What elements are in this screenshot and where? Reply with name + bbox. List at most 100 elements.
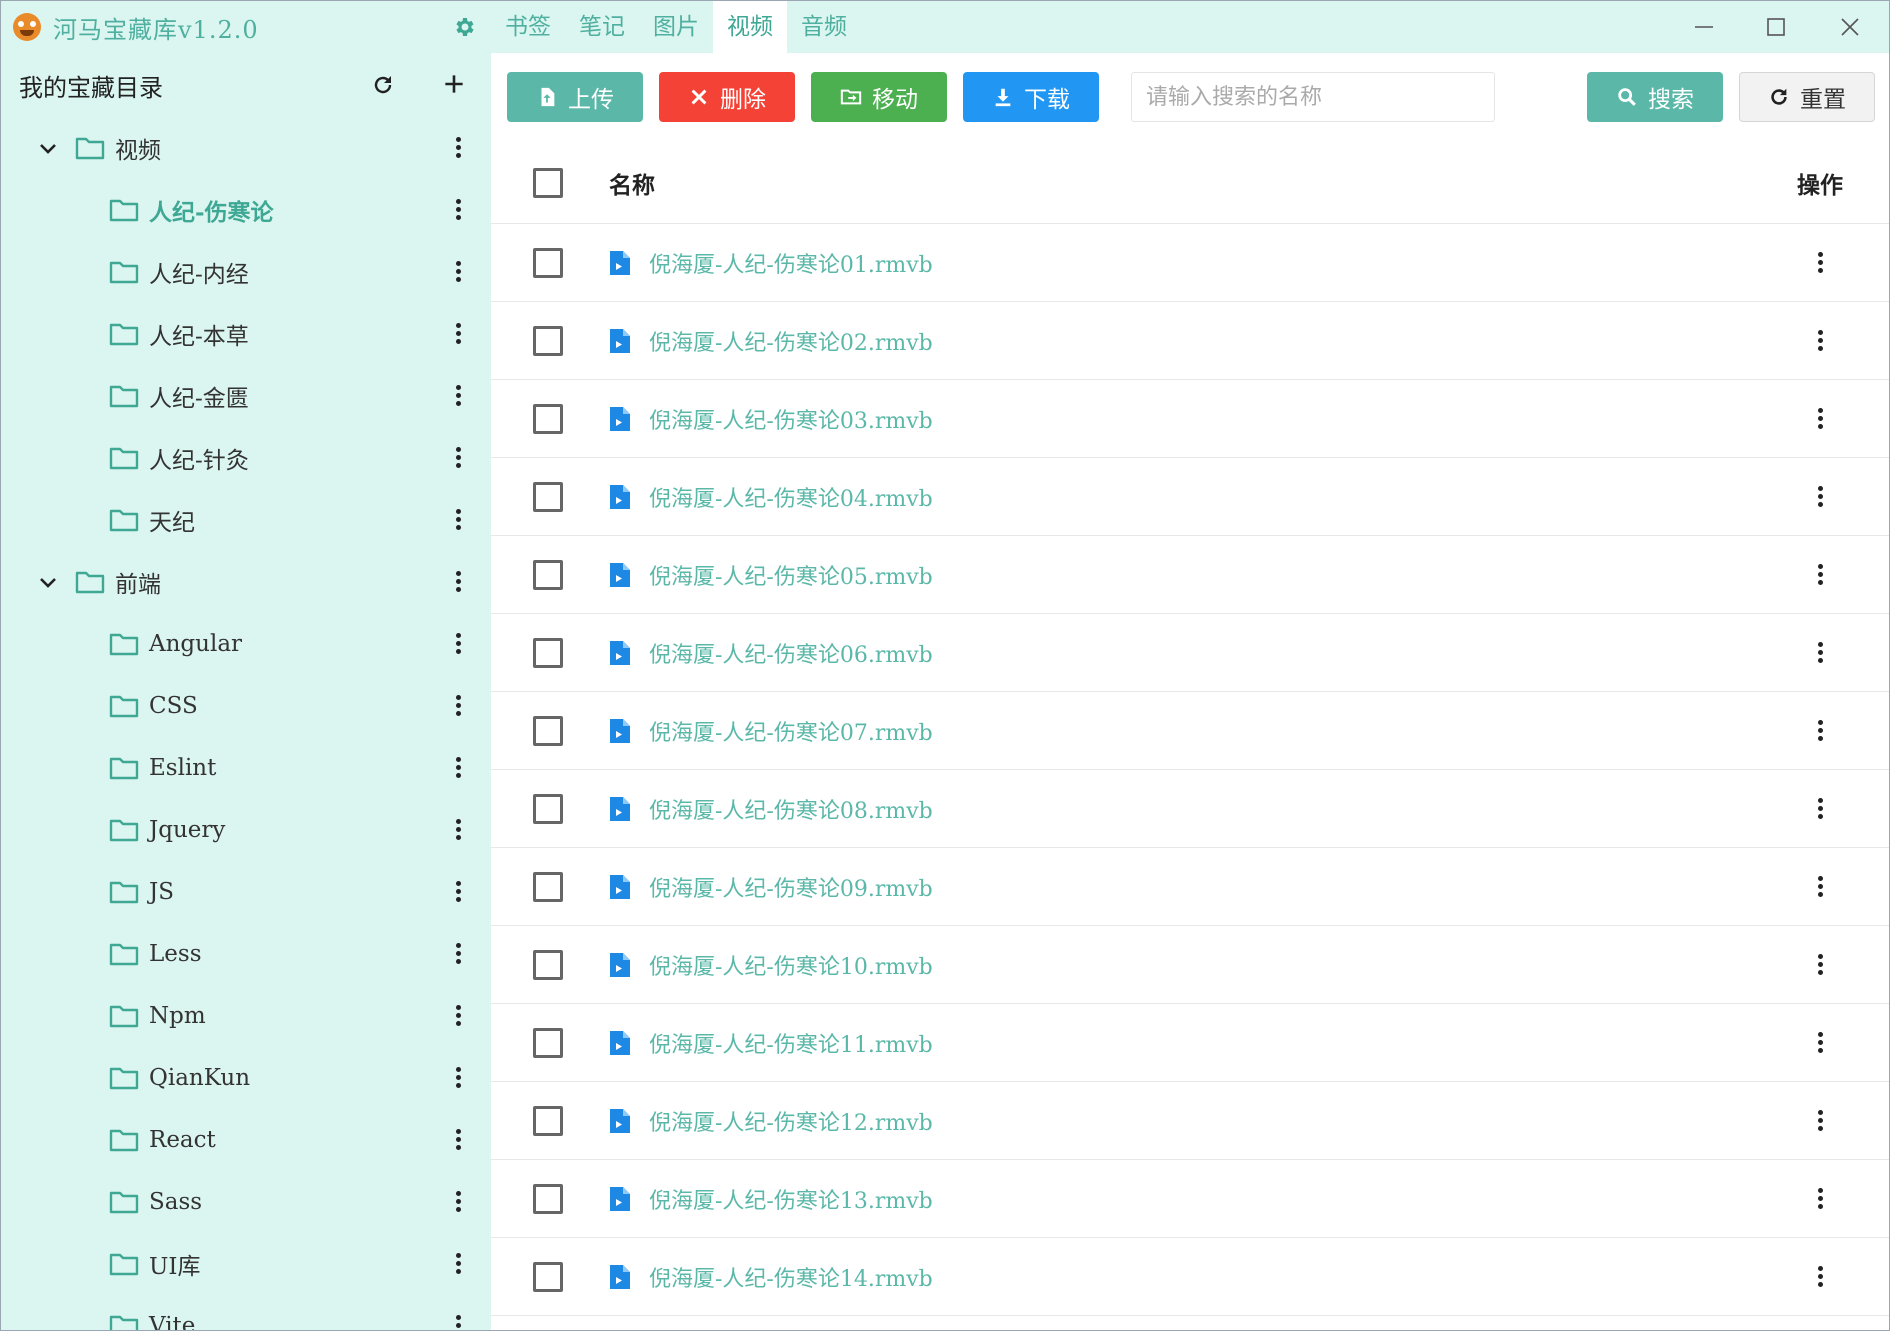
file-name-link[interactable]: 倪海厦-人纪-伤寒论05.rmvb <box>649 559 933 591</box>
more-vertical-icon[interactable] <box>1817 641 1823 664</box>
row-checkbox[interactable] <box>533 559 563 590</box>
more-vertical-icon[interactable] <box>455 881 461 903</box>
row-checkbox[interactable] <box>533 1027 563 1058</box>
file-name-link[interactable]: 倪海厦-人纪-伤寒论13.rmvb <box>649 1183 933 1215</box>
tree-item[interactable]: 人纪-金匮 <box>1 365 491 427</box>
more-vertical-icon[interactable] <box>455 819 461 841</box>
more-vertical-icon[interactable] <box>1817 485 1823 508</box>
tree-item[interactable]: Less <box>1 923 491 985</box>
more-vertical-icon[interactable] <box>1817 875 1823 898</box>
tree-item[interactable]: React <box>1 1109 491 1171</box>
row-checkbox[interactable] <box>533 715 563 746</box>
more-vertical-icon[interactable] <box>1817 953 1823 976</box>
more-vertical-icon[interactable] <box>1817 1109 1823 1132</box>
more-vertical-icon[interactable] <box>455 137 461 159</box>
row-checkbox[interactable] <box>533 871 563 902</box>
tree-item[interactable]: Sass <box>1 1171 491 1233</box>
row-checkbox[interactable] <box>533 247 563 278</box>
more-vertical-icon[interactable] <box>1817 719 1823 742</box>
file-name-link[interactable]: 倪海厦-人纪-伤寒论14.rmvb <box>649 1261 933 1293</box>
tree-item[interactable]: JS <box>1 861 491 923</box>
row-checkbox[interactable] <box>533 949 563 980</box>
tree-item[interactable]: QianKun <box>1 1047 491 1109</box>
tab-item[interactable]: 图片 <box>639 1 713 53</box>
reset-button[interactable]: 重置 <box>1739 72 1875 122</box>
upload-button[interactable]: 上传 <box>507 72 643 122</box>
tree-item[interactable]: 天纪 <box>1 489 491 551</box>
more-vertical-icon[interactable] <box>455 1253 461 1275</box>
minimize-button[interactable] <box>1669 1 1739 53</box>
file-name-link[interactable]: 倪海厦-人纪-伤寒论01.rmvb <box>649 247 933 279</box>
tree-item[interactable]: Eslint <box>1 737 491 799</box>
file-name-link[interactable]: 倪海厦-人纪-伤寒论08.rmvb <box>649 793 933 825</box>
more-vertical-icon[interactable] <box>455 323 461 345</box>
more-vertical-icon[interactable] <box>1817 251 1823 274</box>
more-vertical-icon[interactable] <box>455 261 461 283</box>
more-vertical-icon[interactable] <box>1817 1265 1823 1288</box>
file-name-link[interactable]: 倪海厦-人纪-伤寒论07.rmvb <box>649 715 933 747</box>
file-name-link[interactable]: 倪海厦-人纪-伤寒论04.rmvb <box>649 481 933 513</box>
row-checkbox[interactable] <box>533 403 563 434</box>
maximize-button[interactable] <box>1741 1 1811 53</box>
row-checkbox[interactable] <box>533 325 563 356</box>
tree-item[interactable]: CSS <box>1 675 491 737</box>
file-name-link[interactable]: 倪海厦-人纪-伤寒论02.rmvb <box>649 325 933 357</box>
more-vertical-icon[interactable] <box>455 943 461 965</box>
gear-icon[interactable] <box>453 15 477 39</box>
select-all-checkbox[interactable] <box>533 168 563 198</box>
more-vertical-icon[interactable] <box>455 633 461 655</box>
tab-item[interactable]: 音频 <box>787 1 861 53</box>
more-vertical-icon[interactable] <box>455 509 461 531</box>
chevron-down-icon[interactable] <box>37 571 59 593</box>
tree-group[interactable]: 前端 <box>1 551 491 613</box>
row-checkbox[interactable] <box>533 1105 563 1136</box>
more-vertical-icon[interactable] <box>1817 1031 1823 1054</box>
tree-item[interactable]: 人纪-本草 <box>1 303 491 365</box>
delete-button[interactable]: 删除 <box>659 72 795 122</box>
tab-item[interactable]: 书签 <box>491 1 565 53</box>
more-vertical-icon[interactable] <box>455 1315 461 1330</box>
tree-item[interactable]: 人纪-伤寒论 <box>1 179 491 241</box>
more-vertical-icon[interactable] <box>455 757 461 779</box>
more-vertical-icon[interactable] <box>1817 407 1823 430</box>
tree-item[interactable]: UI库 <box>1 1233 491 1295</box>
more-vertical-icon[interactable] <box>455 199 461 221</box>
more-vertical-icon[interactable] <box>455 447 461 469</box>
move-button[interactable]: 移动 <box>811 72 947 122</box>
more-vertical-icon[interactable] <box>1817 329 1823 352</box>
tree-item[interactable]: Npm <box>1 985 491 1047</box>
tree-item[interactable]: 人纪-内经 <box>1 241 491 303</box>
plus-icon[interactable] <box>441 71 467 97</box>
more-vertical-icon[interactable] <box>455 385 461 407</box>
close-button[interactable] <box>1815 1 1885 53</box>
file-name-link[interactable]: 倪海厦-人纪-伤寒论03.rmvb <box>649 403 933 435</box>
tree-group[interactable]: 视频 <box>1 117 491 179</box>
more-vertical-icon[interactable] <box>455 1005 461 1027</box>
search-button[interactable]: 搜索 <box>1587 72 1723 122</box>
search-input[interactable] <box>1131 72 1495 122</box>
more-vertical-icon[interactable] <box>1817 797 1823 820</box>
row-checkbox[interactable] <box>533 793 563 824</box>
download-button[interactable]: 下载 <box>963 72 1099 122</box>
more-vertical-icon[interactable] <box>455 1191 461 1213</box>
more-vertical-icon[interactable] <box>1817 563 1823 586</box>
file-name-link[interactable]: 倪海厦-人纪-伤寒论11.rmvb <box>649 1027 933 1059</box>
more-vertical-icon[interactable] <box>455 571 461 593</box>
tab-item[interactable]: 视频 <box>713 1 787 53</box>
more-vertical-icon[interactable] <box>1817 1187 1823 1210</box>
file-name-link[interactable]: 倪海厦-人纪-伤寒论12.rmvb <box>649 1105 933 1137</box>
chevron-down-icon[interactable] <box>37 137 59 159</box>
tree-item[interactable]: 人纪-针灸 <box>1 427 491 489</box>
tab-item[interactable]: 笔记 <box>565 1 639 53</box>
more-vertical-icon[interactable] <box>455 695 461 717</box>
tree-item[interactable]: Vite <box>1 1295 491 1330</box>
refresh-icon[interactable] <box>371 73 395 97</box>
row-checkbox[interactable] <box>533 481 563 512</box>
more-vertical-icon[interactable] <box>455 1129 461 1151</box>
file-name-link[interactable]: 倪海厦-人纪-伤寒论09.rmvb <box>649 871 933 903</box>
more-vertical-icon[interactable] <box>455 1067 461 1089</box>
row-checkbox[interactable] <box>533 1261 563 1292</box>
row-checkbox[interactable] <box>533 637 563 668</box>
tree-item[interactable]: Jquery <box>1 799 491 861</box>
row-checkbox[interactable] <box>533 1183 563 1214</box>
